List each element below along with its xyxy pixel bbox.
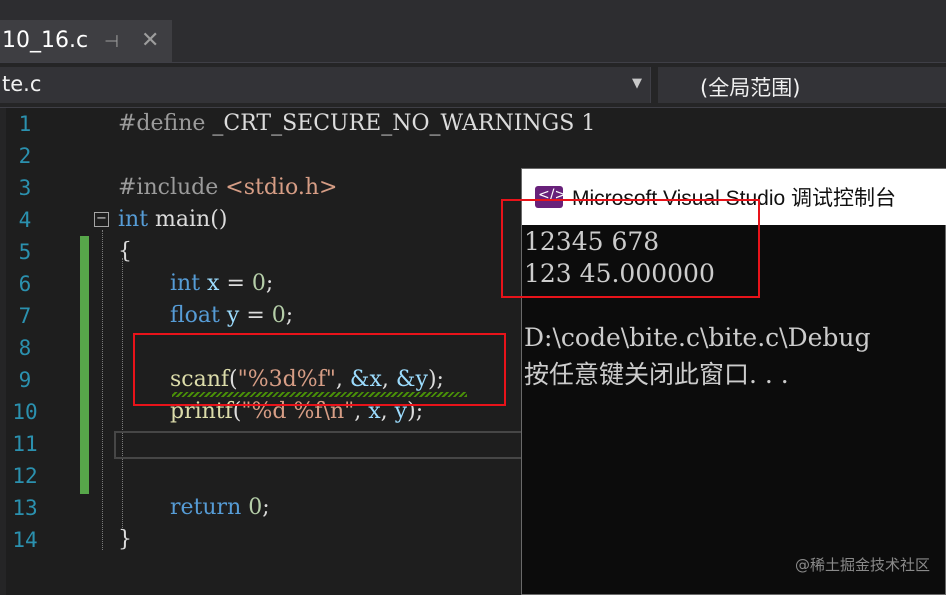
tab-filename: 10_16.c [2,28,89,53]
punctuation: ; [262,495,270,520]
macro-value: 1 [581,111,596,136]
keyword: int [118,207,149,232]
indent-guide [122,258,123,528]
code-line-5[interactable]: { [118,236,132,268]
code-line-4[interactable]: int main() [118,204,227,236]
code-line-14[interactable]: } [118,524,132,556]
line-number: 5 [18,240,32,264]
code-line-3[interactable]: #include <stdio.h> [118,172,337,204]
member-scope-value: (全局范围) [700,76,801,100]
console-output-line: 按任意键关闭此窗口. . . [524,360,789,389]
line-number: 9 [18,368,32,392]
line-number: 14 [12,528,38,552]
operator: = [239,303,272,328]
punctuation: ; [285,303,294,328]
file-scope-dropdown[interactable]: te.c ▼ [0,67,651,103]
code-line-1[interactable]: #define _CRT_SECURE_NO_WARNINGS 1 [118,108,595,140]
code-line-6[interactable]: int x = 0; [170,268,273,300]
line-number: 11 [12,432,38,456]
number-literal: 0 [248,495,263,520]
punctuation: ; [265,271,274,296]
tab-active-file[interactable]: 10_16.c ⊣ ✕ [0,20,172,62]
annotation-highlight-box [133,333,506,406]
collapse-icon[interactable]: − [94,212,109,227]
line-number: 6 [18,272,32,296]
operator: = [219,271,252,296]
brace: { [118,239,132,264]
code-line-7[interactable]: float y = 0; [170,300,293,332]
preprocessor-directive: #include [118,175,219,200]
line-number: 7 [18,304,32,328]
macro-name: _CRT_SECURE_NO_WARNINGS [212,111,575,136]
keyword: int [170,271,201,296]
outline-scope-line [102,230,103,550]
line-number: 13 [12,496,38,520]
console-output-line: D:\code\bite.c\bite.c\Debug [524,323,871,352]
pin-icon[interactable]: ⊣ [104,32,119,52]
line-number: 10 [12,400,38,424]
line-number: 8 [18,336,32,360]
include-header: <stdio.h> [225,175,338,200]
watermark: @稀土掘金技术社区 [794,556,930,574]
function-name: main [155,207,211,232]
file-scope-value: te.c [2,72,42,96]
keyword: float [170,303,220,328]
close-icon[interactable]: ✕ [141,28,159,53]
preprocessor-directive: #define [118,111,206,136]
number-literal: 0 [251,271,266,296]
brace: } [118,527,132,552]
variable: y [226,303,240,328]
line-number: 1 [18,112,32,136]
punctuation: () [210,207,228,232]
member-scope-dropdown[interactable]: (全局范围) [658,67,946,103]
keyword: return [170,495,242,520]
change-tracking-bar [80,236,89,494]
annotation-highlight-box [501,199,760,298]
line-number: 4 [18,208,32,232]
editor-margin [0,108,6,595]
chevron-down-icon[interactable]: ▼ [632,76,642,91]
document-tab-strip: 10_16.c ⊣ ✕ [0,0,946,63]
line-number: 3 [18,176,32,200]
number-literal: 0 [271,303,286,328]
navigation-bar: te.c ▼ (全局范围) [0,63,946,108]
code-line-13[interactable]: return 0; [170,492,270,524]
visual-studio-window: 10_16.c ⊣ ✕ te.c ▼ (全局范围) 1 2 3 4 5 6 7 … [0,0,946,595]
line-number: 12 [12,464,38,488]
line-number: 2 [18,144,32,168]
variable: x [207,271,220,296]
